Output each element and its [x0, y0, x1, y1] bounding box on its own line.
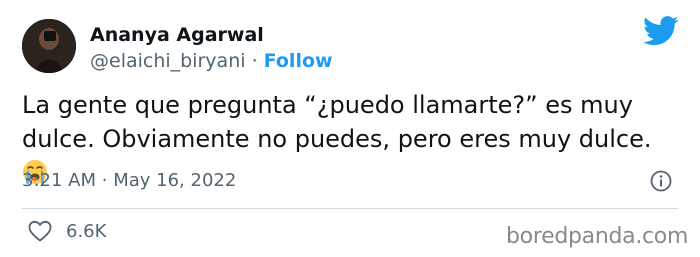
- like-count: 6.6K: [66, 220, 107, 242]
- like-action: 6.6K: [28, 220, 106, 242]
- twitter-bird-icon[interactable]: [643, 16, 679, 46]
- tweet-time: 3:21 AM: [22, 170, 96, 191]
- follow-button[interactable]: Follow: [264, 50, 333, 72]
- info-icon[interactable]: [650, 170, 672, 192]
- tweet-date: May 16, 2022: [113, 170, 237, 191]
- divider: [22, 208, 678, 209]
- watermark: boredpanda.com: [506, 224, 689, 249]
- timestamp-separator: ·: [101, 170, 108, 191]
- tweet-body: La gente que pregunta “¿puedo llamarte?”…: [22, 91, 652, 153]
- author-name[interactable]: Ananya Agarwal: [90, 24, 264, 46]
- handle-row: @elaichi_biryani · Follow: [90, 50, 333, 72]
- author-handle[interactable]: @elaichi_biryani: [90, 50, 246, 72]
- avatar[interactable]: [22, 19, 76, 73]
- timestamp[interactable]: 3:21 AM · May 16, 2022: [22, 170, 236, 191]
- heart-icon[interactable]: [28, 220, 52, 242]
- separator-dot: ·: [251, 50, 258, 72]
